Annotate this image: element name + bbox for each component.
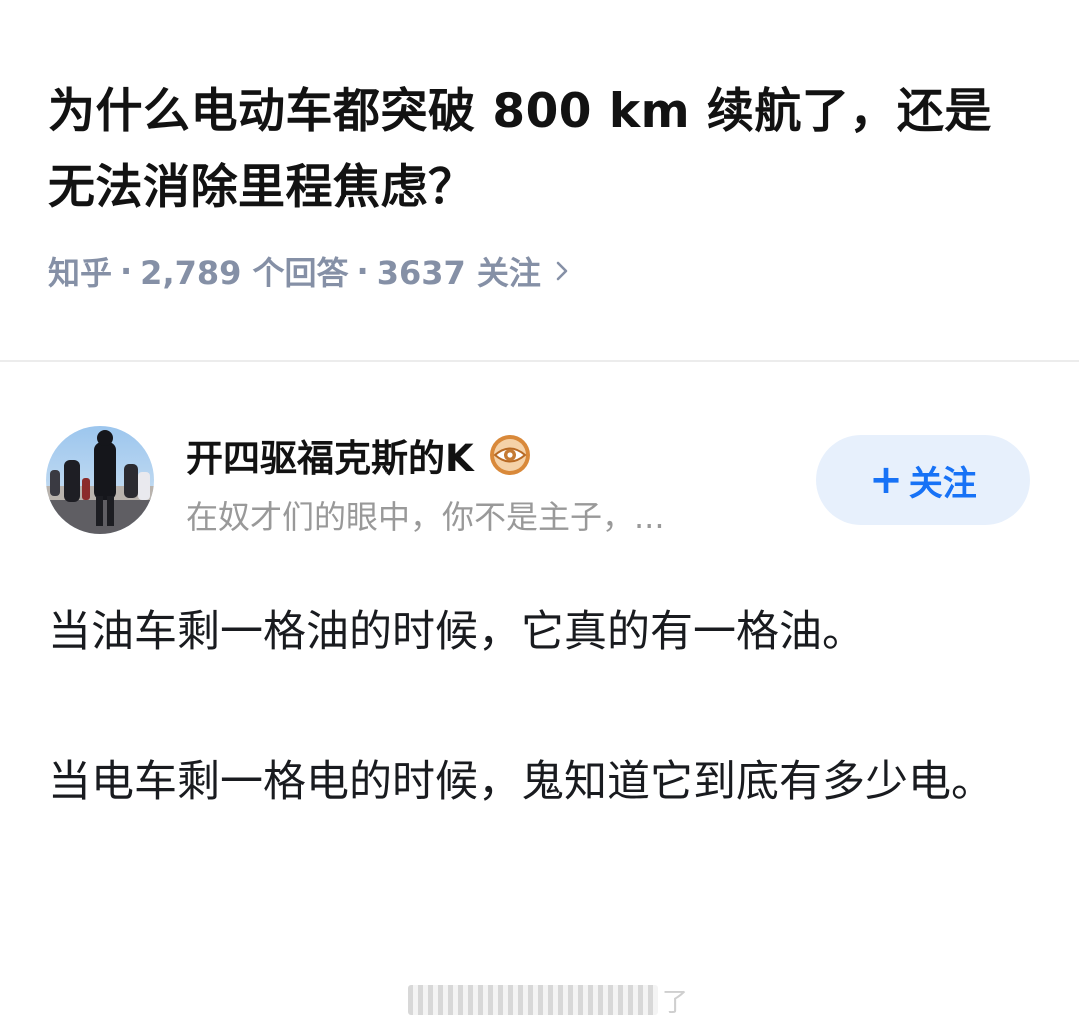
answer-paragraph: 当油车剩一格油的时候，它真的有一格油。 xyxy=(48,607,865,657)
eye-badge-icon xyxy=(489,435,530,475)
question-header[interactable]: 为什么电动车都突破 800 km 续航了，还是无法消除里程焦虑？ 知乎 · 2,… xyxy=(48,74,1028,292)
watermark: 了 xyxy=(408,982,688,1018)
section-divider xyxy=(0,360,1079,362)
plus-icon: + xyxy=(869,457,903,503)
question-title[interactable]: 为什么电动车都突破 800 km 续航了，还是无法消除里程焦虑？ xyxy=(48,74,1028,226)
question-meta[interactable]: 知乎 · 2,789 个回答 · 3637 关注 xyxy=(48,248,569,294)
author-row: 开四驱福克斯的K 在奴才们的眼中，你不是主子，... + 关注 xyxy=(46,424,1036,536)
watermark-bars xyxy=(408,985,658,1015)
answer-count: 2,789 个回答 xyxy=(140,254,349,292)
author-name[interactable]: 开四驱福克斯的K xyxy=(186,428,474,482)
follow-button-label: 关注 xyxy=(908,463,977,504)
author-bio: 在奴才们的眼中，你不是主子，... xyxy=(186,498,665,536)
chevron-right-icon[interactable] xyxy=(555,260,569,282)
author-name-row[interactable]: 开四驱福克斯的K xyxy=(186,428,532,482)
avatar[interactable] xyxy=(46,426,154,534)
answer-paragraph: 当电车剩一格电的时候，鬼知道它到底有多少电。 xyxy=(48,757,994,807)
meta-separator: · xyxy=(356,252,369,290)
follow-button[interactable]: + 关注 xyxy=(816,435,1030,525)
follow-count: 3637 关注 xyxy=(376,254,541,292)
meta-separator: · xyxy=(120,252,133,290)
answer-page: 为什么电动车都突破 800 km 续航了，还是无法消除里程焦虑？ 知乎 · 2,… xyxy=(0,0,1079,1028)
source-label: 知乎 xyxy=(48,254,113,292)
watermark-text: 了 xyxy=(661,987,688,1018)
answer-content: 当油车剩一格油的时候，它真的有一格油。 当电车剩一格电的时候，鬼知道它到底有多少… xyxy=(48,592,1028,822)
